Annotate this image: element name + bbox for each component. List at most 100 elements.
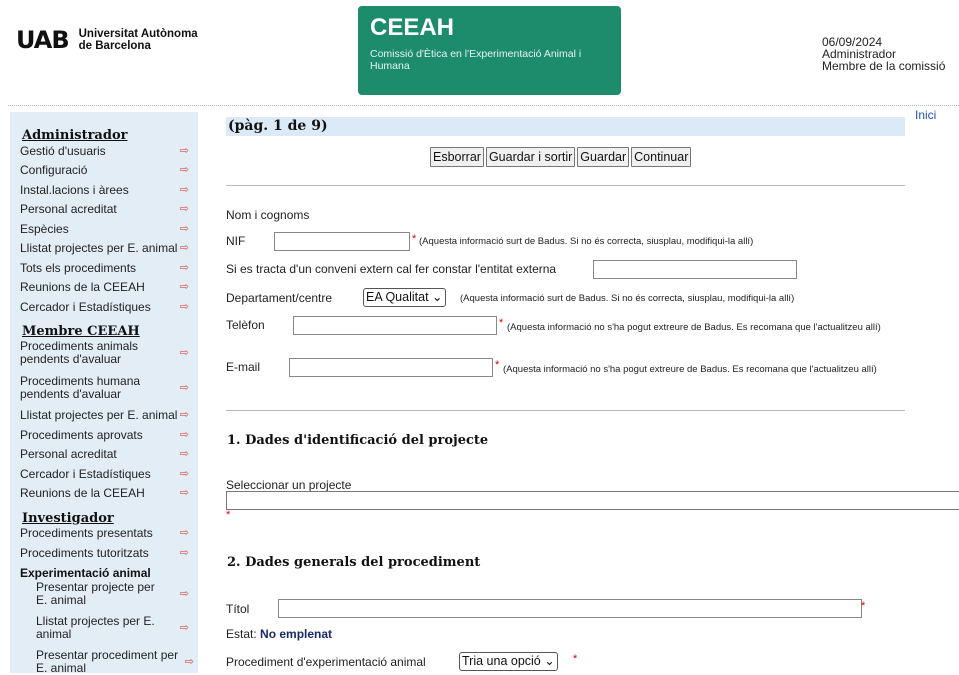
banner-title: CEEAH bbox=[370, 14, 455, 41]
logout-arrow-icon: ⇨ bbox=[184, 656, 194, 668]
user-role: Membre de la comissió bbox=[822, 59, 946, 73]
sidebar-section-member: Membre CEEAH bbox=[22, 324, 140, 339]
logout-arrow-icon: ⇨ bbox=[179, 468, 189, 480]
home-link[interactable]: Inici bbox=[915, 108, 936, 122]
section-1-title: 1. Dades d'identificació del projecte bbox=[227, 433, 489, 448]
logout-arrow-icon: ⇨ bbox=[179, 281, 189, 293]
nif-note: (Aquesta informació surt de Badus. Si no… bbox=[419, 236, 754, 247]
sidebar: Administrador Gestió d'usuaris ⇨ Configur… bbox=[10, 112, 198, 675]
external-entity-input[interactable] bbox=[593, 260, 797, 279]
name-label: Nom i cognoms bbox=[226, 208, 310, 222]
department-value: EA Qualitat bbox=[366, 290, 429, 304]
sidebar-section-investigator: Investigador bbox=[22, 511, 114, 526]
sidebar-item-users[interactable]: Gestió d'usuaris ⇨ bbox=[20, 145, 195, 158]
user-info: 06/09/2024 Administrador Membre de la co… bbox=[822, 36, 945, 72]
department-label: Departament/centre bbox=[226, 291, 333, 305]
chevron-down-icon: ⌄ bbox=[432, 290, 443, 304]
sidebar-item-label: Reunions de la CEEAH bbox=[20, 486, 145, 500]
section-2-title: 2. Dades generals del procediment bbox=[227, 555, 481, 570]
sidebar-item-staff[interactable]: Personal acreditat ⇨ bbox=[20, 203, 195, 216]
status-row: Estat: No emplenat bbox=[226, 627, 332, 641]
sidebar-item-search[interactable]: Cercador i Estadístiques ⇨ bbox=[20, 301, 195, 314]
banner-subtitle: Comissió d'Ètica en l'Experimentació Ani… bbox=[370, 48, 582, 72]
logout-arrow-icon: ⇨ bbox=[179, 347, 189, 359]
sidebar-section-admin: Administrador bbox=[22, 128, 128, 143]
logout-arrow-icon: ⇨ bbox=[179, 145, 189, 157]
logout-arrow-icon: ⇨ bbox=[179, 382, 189, 394]
sidebar-item-present-procedure[interactable]: Presentar procediment per E. animal ⇨ bbox=[36, 648, 194, 675]
logout-arrow-icon: ⇨ bbox=[179, 527, 189, 539]
save-button[interactable]: Guardar bbox=[577, 147, 630, 167]
sidebar-item-label: Procediments tutoritzats bbox=[20, 546, 149, 560]
sidebar-item-tutored[interactable]: Procediments tutoritzats ⇨ bbox=[20, 547, 195, 560]
logout-arrow-icon: ⇨ bbox=[179, 588, 189, 600]
sidebar-item-member-search[interactable]: Cercador i Estadístiques ⇨ bbox=[20, 468, 195, 481]
sidebar-item-exp-projects-list[interactable]: Llistat projectes per E. animal ⇨ bbox=[36, 614, 189, 641]
sidebar-item-submitted[interactable]: Procediments presentats ⇨ bbox=[20, 527, 195, 540]
sidebar-item-label: Gestió d'usuaris bbox=[20, 144, 106, 158]
logout-arrow-icon: ⇨ bbox=[179, 487, 189, 499]
project-select[interactable] bbox=[226, 491, 959, 510]
sidebar-item-label: Cercador i Estadístiques bbox=[20, 300, 151, 314]
sidebar-item-label: Procediments animals pendents d'avaluar bbox=[20, 339, 139, 366]
phone-note: (Aquesta informació no s'ha pogut extreu… bbox=[507, 322, 881, 333]
logout-arrow-icon: ⇨ bbox=[179, 242, 189, 254]
sidebar-item-member-meetings[interactable]: Reunions de la CEEAH ⇨ bbox=[20, 487, 195, 500]
sidebar-item-approved[interactable]: Procediments aprovats ⇨ bbox=[20, 429, 195, 442]
logo-line-2: de Barcelona bbox=[78, 40, 151, 52]
sidebar-item-config[interactable]: Configuració ⇨ bbox=[20, 164, 195, 177]
logout-arrow-icon: ⇨ bbox=[179, 448, 189, 460]
sidebar-item-member-projects-list[interactable]: Llistat projectes per E. animal ⇨ bbox=[20, 409, 195, 422]
title-label: Títol bbox=[226, 602, 250, 616]
procedure-label: Procediment d'experimentació animal bbox=[226, 655, 426, 669]
department-select[interactable]: EA Qualitat ⌄ bbox=[363, 288, 446, 307]
sidebar-subsection-experimentation: Experimentació animal bbox=[20, 566, 151, 580]
sidebar-item-label: Procediments presentats bbox=[20, 526, 153, 540]
sidebar-item-label: Cercador i Estadístiques bbox=[20, 467, 151, 481]
ceeah-banner[interactable]: CEEAH Comissió d'Ètica en l'Experimentac… bbox=[358, 6, 621, 95]
delete-button[interactable]: Esborrar bbox=[430, 147, 484, 167]
logout-arrow-icon: ⇨ bbox=[179, 429, 189, 441]
sidebar-item-species[interactable]: Espècies ⇨ bbox=[20, 223, 195, 236]
continue-button[interactable]: Continuar bbox=[631, 147, 692, 167]
logout-arrow-icon: ⇨ bbox=[179, 262, 189, 274]
logo-line-1: Universitat Autònoma bbox=[78, 28, 198, 40]
page-indicator: (pàg. 1 de 9) bbox=[228, 118, 328, 134]
sidebar-item-present-project[interactable]: Presentar projecte per E. animal ⇨ bbox=[36, 580, 189, 607]
status-label: Estat: bbox=[226, 627, 257, 641]
sidebar-item-label: Llistat projectes per E. animal bbox=[20, 241, 178, 255]
sidebar-item-meetings[interactable]: Reunions de la CEEAH ⇨ bbox=[20, 281, 195, 294]
save-exit-button[interactable]: Guardar i sortir bbox=[485, 147, 576, 167]
sidebar-item-label: Procediments humana pendents d'avaluar bbox=[20, 374, 141, 401]
sidebar-item-member-staff[interactable]: Personal acreditat ⇨ bbox=[20, 448, 195, 461]
external-entity-label: Si es tracta d'un conveni extern cal fer… bbox=[226, 262, 557, 276]
logout-arrow-icon: ⇨ bbox=[179, 203, 189, 215]
sidebar-item-all-procedures[interactable]: Tots els procediments ⇨ bbox=[20, 262, 195, 275]
sidebar-item-label: Personal acreditat bbox=[20, 447, 117, 461]
required-mark: * bbox=[412, 233, 417, 245]
title-input[interactable] bbox=[278, 599, 862, 618]
nif-input[interactable] bbox=[274, 232, 410, 251]
sidebar-item-projects-list[interactable]: Llistat projectes per E. animal ⇨ bbox=[20, 242, 195, 255]
sidebar-item-label: Personal acreditat bbox=[20, 202, 117, 216]
sidebar-item-label: Llistat projectes per E. animal bbox=[36, 614, 155, 641]
sidebar-item-label: Tots els procediments bbox=[20, 261, 137, 275]
sidebar-item-animal-pending[interactable]: Procediments animals pendents d'avaluar ⇨ bbox=[20, 339, 189, 366]
sidebar-item-facilities[interactable]: Instal.lacions i àrees ⇨ bbox=[20, 184, 195, 197]
sidebar-item-label: Espècies bbox=[20, 222, 69, 236]
logout-arrow-icon: ⇨ bbox=[179, 164, 189, 176]
uab-logo[interactable]: UAB Universitat Autònoma de Barcelona bbox=[16, 28, 198, 52]
sidebar-item-label: Presentar projecte per E. animal bbox=[36, 580, 155, 607]
required-mark: * bbox=[573, 653, 578, 665]
page-indicator-bar: (pàg. 1 de 9) bbox=[226, 117, 905, 136]
nif-label: NIF bbox=[226, 234, 246, 248]
logout-arrow-icon: ⇨ bbox=[179, 409, 189, 421]
logout-arrow-icon: ⇨ bbox=[179, 223, 189, 235]
sidebar-item-label: Presentar procediment per E. animal bbox=[36, 648, 179, 675]
sidebar-item-label: Llistat projectes per E. animal bbox=[20, 408, 178, 422]
form-actions: Esborrar Guardar i sortir Guardar Contin… bbox=[430, 147, 692, 167]
procedure-select[interactable]: Tria una opció ⌄ bbox=[459, 652, 558, 671]
department-note: (Aquesta informació surt de Badus. Si no… bbox=[460, 293, 795, 304]
sidebar-item-human-pending[interactable]: Procediments humana pendents d'avaluar ⇨ bbox=[20, 374, 189, 401]
select-project-label: Seleccionar un projecte bbox=[226, 478, 352, 492]
